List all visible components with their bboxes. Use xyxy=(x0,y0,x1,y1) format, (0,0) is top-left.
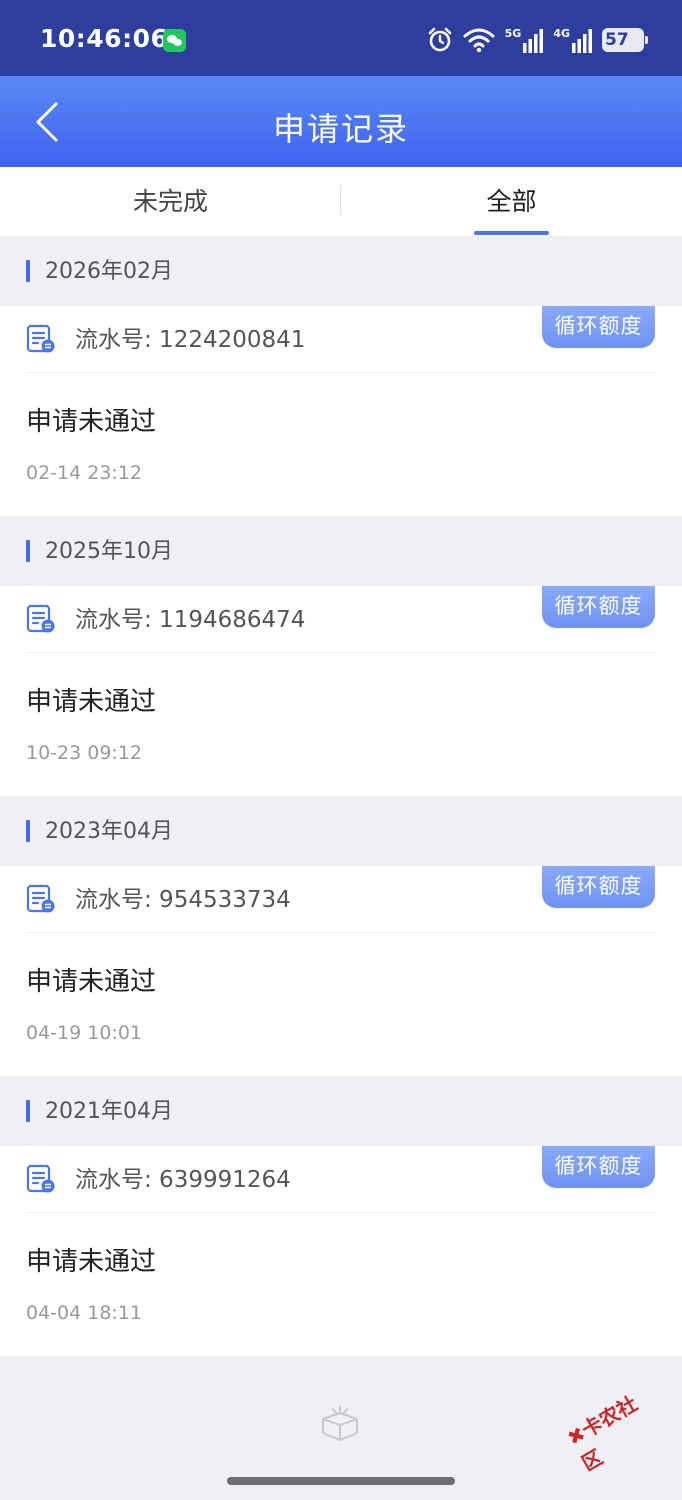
serial-number: 流水号: 954533734 xyxy=(75,887,291,913)
page-title: 申请记录 xyxy=(272,110,409,148)
status-icons: 5G 4G 57 xyxy=(427,24,648,56)
month-header: 2021年04月 xyxy=(0,1076,682,1146)
month-header: 2023年04月 xyxy=(0,796,682,866)
month-header: 2025年10月 xyxy=(0,516,682,586)
credit-type-tag: 循环额度 xyxy=(542,866,655,908)
month-label: 2025年10月 xyxy=(45,539,173,564)
application-time: 04-04 18:11 xyxy=(26,1302,143,1324)
document-icon xyxy=(26,324,55,353)
records-list: 2026年02月 流水号: 1224200841 循环额度 申请未通过 02-1… xyxy=(0,236,682,1356)
month-accent-bar xyxy=(26,820,30,842)
active-tab-indicator xyxy=(474,231,549,235)
app-header: 申请记录 xyxy=(0,76,682,167)
application-status: 申请未通过 xyxy=(26,407,157,437)
signal-5g-label: 5G xyxy=(504,26,522,40)
credit-type-tag: 循环额度 xyxy=(542,1146,655,1188)
application-time: 10-23 09:12 xyxy=(26,742,143,764)
wechat-notification-icon xyxy=(163,29,186,52)
document-icon xyxy=(26,1164,55,1193)
record-card[interactable]: 流水号: 954533734 循环额度 申请未通过 04-19 10:01 xyxy=(0,866,682,1076)
signal-bars-icon xyxy=(523,28,544,53)
month-header: 2026年02月 xyxy=(0,236,682,306)
status-time: 10:46:06 xyxy=(40,24,169,53)
month-accent-bar xyxy=(26,540,30,562)
home-indicator[interactable] xyxy=(227,1477,455,1485)
tab-all[interactable]: 全部 xyxy=(341,167,682,236)
battery-icon: 57 xyxy=(602,28,648,52)
application-time: 04-19 10:01 xyxy=(26,1022,143,1044)
month-label: 2021年04月 xyxy=(45,1099,173,1124)
card-divider xyxy=(26,932,656,933)
card-divider xyxy=(26,652,656,653)
application-time: 02-14 23:12 xyxy=(26,462,143,484)
tab-bar: 未完成 全部 xyxy=(0,167,682,236)
record-card[interactable]: 流水号: 1224200841 循环额度 申请未通过 02-14 23:12 xyxy=(0,306,682,516)
signal-4g-label: 4G xyxy=(553,26,570,40)
document-icon xyxy=(26,884,55,913)
serial-number: 流水号: 1194686474 xyxy=(75,607,306,633)
record-card[interactable]: 流水号: 639991264 循环额度 申请未通过 04-04 18:11 xyxy=(0,1146,682,1356)
application-status: 申请未通过 xyxy=(26,687,157,717)
month-accent-bar xyxy=(26,260,30,282)
application-status: 申请未通过 xyxy=(26,967,157,997)
document-icon xyxy=(26,604,55,633)
record-card[interactable]: 流水号: 1194686474 循环额度 申请未通过 10-23 09:12 xyxy=(0,586,682,796)
credit-type-tag: 循环额度 xyxy=(542,586,655,628)
month-accent-bar xyxy=(26,1100,30,1122)
alarm-icon xyxy=(428,27,451,52)
serial-number: 流水号: 1224200841 xyxy=(75,327,306,353)
month-label: 2026年02月 xyxy=(45,259,173,284)
credit-type-tag: 循环额度 xyxy=(542,306,655,348)
serial-number: 流水号: 639991264 xyxy=(75,1167,291,1193)
battery-level: 57 xyxy=(605,30,629,50)
card-divider xyxy=(26,1212,656,1213)
empty-box-icon xyxy=(322,1406,358,1441)
month-label: 2023年04月 xyxy=(45,819,173,844)
signal-5g: 5G xyxy=(505,28,544,53)
tab-incomplete[interactable]: 未完成 xyxy=(0,167,341,236)
wifi-icon xyxy=(463,28,495,53)
signal-bars-icon xyxy=(572,28,592,53)
application-status: 申请未通过 xyxy=(26,1247,157,1277)
status-bar: 10:46:06 5G 4G 57 xyxy=(0,0,682,76)
card-divider xyxy=(26,372,656,373)
signal-4g: 4G xyxy=(553,28,592,53)
